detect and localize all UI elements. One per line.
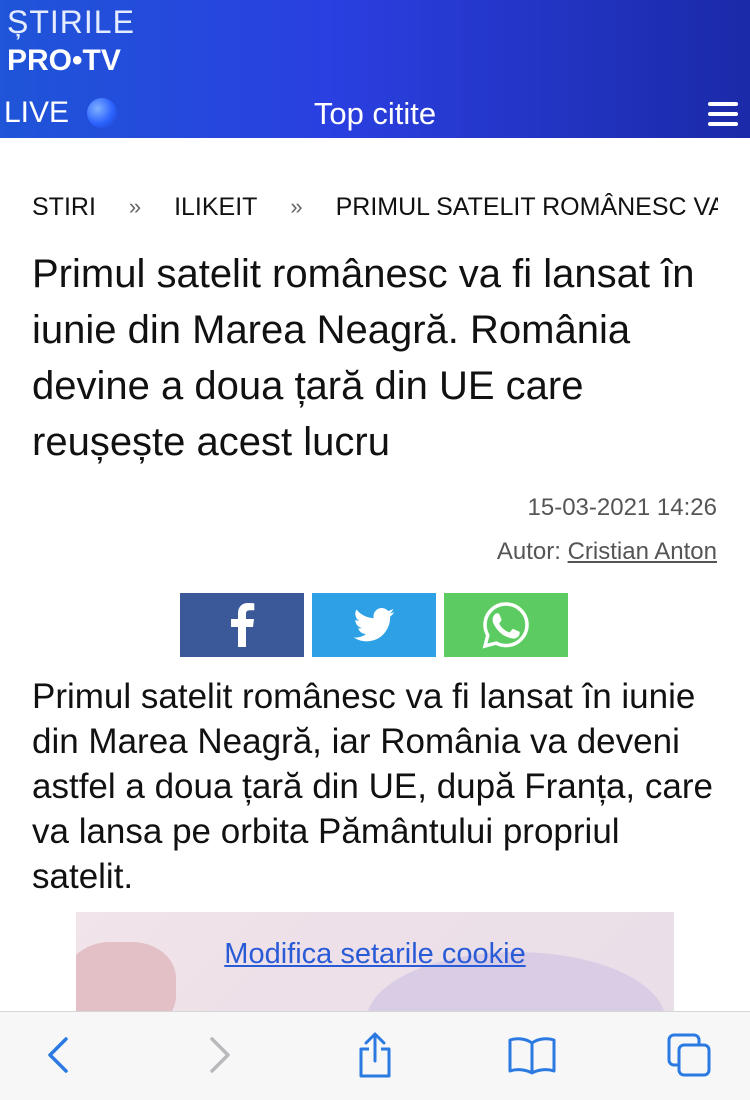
cookie-settings-link[interactable]: Modifica setarile cookie <box>76 938 674 971</box>
twitter-share-button[interactable] <box>312 593 436 657</box>
breadcrumb-item-current: PRIMUL SATELIT ROMÂNESC VA FI LANSAT <box>335 192 718 221</box>
article-title: Primul satelit românesc va fi lansat în … <box>32 252 695 464</box>
breadcrumb: STIRI » ILIKEIT » PRIMUL SATELIT ROMÂNES… <box>32 192 718 222</box>
twitter-icon <box>353 608 395 642</box>
bookmarks-icon <box>508 1037 556 1075</box>
breadcrumb-separator: » <box>128 194 142 220</box>
share-icon <box>359 1032 391 1078</box>
back-icon <box>48 1037 68 1073</box>
breadcrumb-item-ilikeit[interactable]: ILIKEIT <box>174 193 257 222</box>
share-page-button[interactable] <box>350 1030 400 1080</box>
facebook-share-button[interactable] <box>180 593 304 657</box>
author-label: Autor: <box>496 538 561 565</box>
top-read-link[interactable]: Top citite <box>0 96 750 132</box>
breadcrumb-separator: » <box>290 194 303 220</box>
whatsapp-share-button[interactable] <box>444 593 568 657</box>
share-bar <box>180 593 568 657</box>
tabs-button[interactable] <box>664 1030 714 1080</box>
brand-logo-line1[interactable]: ȘTIRILE <box>7 4 135 41</box>
brand-logo-line2[interactable]: PRO•TV <box>7 44 121 78</box>
back-button[interactable] <box>34 1030 84 1080</box>
forward-button[interactable] <box>194 1030 244 1080</box>
ad-banner[interactable]: Modifica setarile cookie <box>76 912 674 1012</box>
hamburger-menu-icon[interactable] <box>708 102 738 126</box>
forward-icon <box>210 1037 230 1073</box>
browser-toolbar <box>0 1011 750 1100</box>
whatsapp-icon <box>482 602 529 649</box>
article-lead: Primul satelit românesc va fi lansat în … <box>32 677 713 896</box>
bookmarks-button[interactable] <box>507 1030 557 1080</box>
author-link[interactable]: Cristian Anton <box>568 538 717 565</box>
article-date: 15-03-2021 14:26 <box>527 494 718 521</box>
breadcrumb-item-stiri[interactable]: STIRI <box>32 193 96 222</box>
article-author: Autor: Cristian Anton <box>497 538 717 566</box>
tabs-icon <box>667 1033 711 1077</box>
facebook-icon <box>231 603 255 647</box>
site-header: ȘTIRILE PRO•TV LIVE Top citite <box>0 0 750 138</box>
